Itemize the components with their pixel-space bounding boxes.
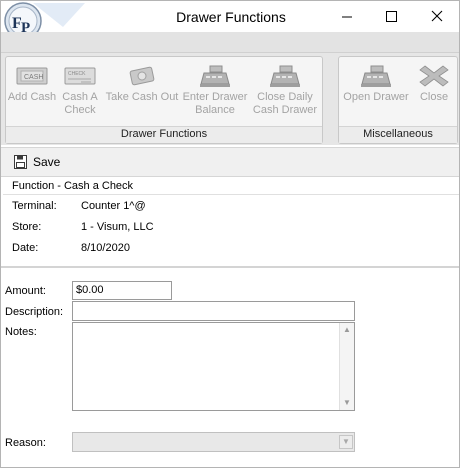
notes-scrollbar[interactable]: ▲ ▼ [339, 323, 354, 410]
minimize-icon [342, 16, 352, 18]
cash-register-icon [200, 65, 230, 87]
ribbon-tab-strip [1, 32, 459, 53]
reason-select[interactable]: ▼ [72, 432, 355, 452]
close-button[interactable]: Close [415, 65, 453, 104]
enter-drawer-balance-button[interactable]: Enter Drawer Balance [182, 65, 248, 117]
chevron-down-icon[interactable]: ▼ [339, 435, 353, 449]
store-value: 1 - Visum, LLC [81, 221, 154, 233]
add-cash-label: Add Cash [7, 91, 57, 103]
amount-input[interactable]: $0.00 [72, 281, 172, 300]
check-icon: CHECK [64, 67, 96, 85]
group-label-miscellaneous: Miscellaneous [339, 126, 457, 143]
maximize-button[interactable] [369, 2, 414, 31]
info-divider [3, 194, 459, 195]
enter-drawer-balance-label-line2: Balance [195, 104, 235, 116]
notes-textarea[interactable]: ▲ ▼ [72, 322, 355, 411]
cash-a-check-label-line1: Cash A [62, 91, 98, 103]
maximize-icon [386, 11, 397, 22]
date-label: Date: [12, 242, 39, 254]
cash-register-icon [270, 65, 300, 87]
take-cash-out-button[interactable]: Take Cash Out [102, 65, 182, 104]
close-window-button[interactable] [414, 2, 459, 31]
save-label: Save [33, 155, 61, 169]
money-bundle-icon [129, 66, 155, 86]
terminal-label: Terminal: [12, 200, 57, 212]
svg-text:CHECK: CHECK [68, 71, 86, 77]
description-label: Description: [5, 306, 64, 318]
cash-a-check-button[interactable]: CHECK Cash A Check [58, 65, 102, 117]
cash-a-check-label-line2: Check [64, 104, 96, 116]
save-disk-icon [14, 155, 27, 169]
close-label: Close [419, 91, 449, 103]
enter-drawer-balance-label-line1: Enter Drawer [182, 91, 248, 103]
function-header: Function - Cash a Check [12, 180, 134, 192]
open-drawer-label: Open Drawer [343, 91, 409, 103]
ribbon-group-drawer-functions: Drawer Functions CASH Add Cash CHECK Cas… [5, 56, 323, 144]
cash-register-icon [361, 65, 391, 87]
group-label-drawer-functions: Drawer Functions [6, 126, 322, 143]
reason-label: Reason: [5, 437, 46, 449]
notes-label: Notes: [5, 326, 37, 338]
scroll-up-icon[interactable]: ▲ [340, 323, 354, 337]
scroll-down-icon[interactable]: ▼ [340, 396, 354, 410]
svg-text:CASH: CASH [24, 74, 43, 81]
amount-label: Amount: [5, 285, 46, 297]
close-daily-cash-drawer-label-line1: Close Daily [257, 91, 313, 103]
action-toolbar: Save [1, 147, 459, 177]
terminal-value: Counter 1^@ [81, 200, 146, 212]
cash-bill-icon: CASH [16, 67, 48, 85]
add-cash-button[interactable]: CASH Add Cash [6, 65, 58, 104]
close-x-icon [419, 65, 449, 87]
function-info-panel: Function - Cash a Check Terminal: Counte… [3, 178, 459, 266]
store-label: Store: [12, 221, 42, 233]
panel-separator [1, 266, 459, 268]
date-value: 8/10/2020 [81, 242, 130, 254]
description-input[interactable] [72, 301, 355, 321]
ribbon-group-miscellaneous: Miscellaneous Open Drawer Close [338, 56, 458, 144]
close-daily-cash-drawer-button[interactable]: Close Daily Cash Drawer [250, 65, 320, 117]
minimize-button[interactable] [324, 2, 369, 31]
close-daily-cash-drawer-label-line2: Cash Drawer [252, 104, 318, 116]
close-icon [431, 10, 443, 22]
take-cash-out-label: Take Cash Out [105, 91, 179, 103]
open-drawer-button[interactable]: Open Drawer [341, 65, 411, 104]
window-title: Drawer Functions [176, 9, 286, 25]
